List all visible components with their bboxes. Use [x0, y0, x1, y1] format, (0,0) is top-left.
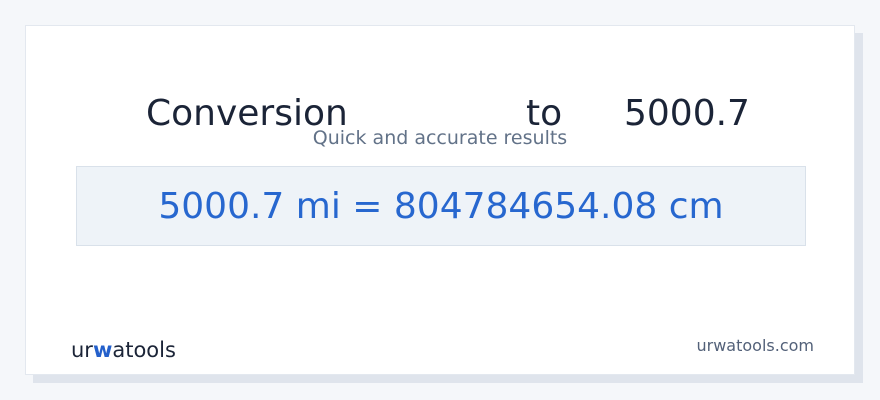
result-box: 5000.7 mi = 804784654.08 cm [76, 166, 806, 246]
urwatools-logo[interactable]: urwatools [71, 336, 176, 364]
conversion-page: Conversion to 5000.7 Quick and accurate … [0, 0, 880, 400]
logo-text-start: ur [71, 338, 93, 362]
subtitle: Quick and accurate results [312, 127, 568, 149]
result-text: 5000.7 mi = 804784654.08 cm [158, 186, 724, 227]
site-link[interactable]: urwatools.com [697, 334, 815, 358]
conversion-card: Conversion to 5000.7 Quick and accurate … [25, 25, 855, 375]
logo-mark: w [92, 338, 113, 362]
logo-text-end: atools [112, 338, 176, 362]
